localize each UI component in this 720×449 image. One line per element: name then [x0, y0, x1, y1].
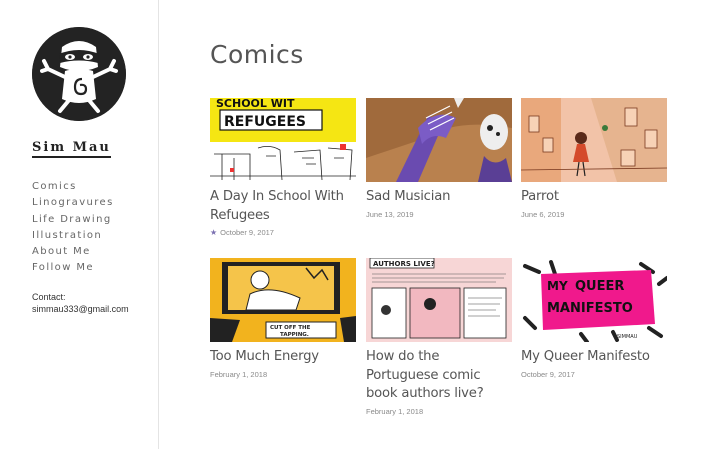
post-title[interactable]: A Day In School With Refugees: [210, 188, 356, 225]
nav-link-follow-me[interactable]: Follow Me: [32, 262, 94, 273]
post-date: June 13, 2019: [366, 209, 414, 219]
post-meta: February 1, 2018: [210, 370, 356, 379]
post-card: Sad Musician June 13, 2019: [366, 98, 512, 219]
nav-item-life-drawing: Life Drawing: [32, 209, 114, 225]
thumb-text-signature: SIMMAU: [617, 334, 638, 340]
page-title: Comics: [210, 40, 304, 69]
post-card: AUTHORS LIVE? How do the Portuguese comi…: [366, 258, 512, 416]
post-card: CUT OFF THE TAPPING. Too Much Energy Feb…: [210, 258, 356, 379]
thumb-text-authors-live: AUTHORS LIVE?: [373, 260, 435, 268]
post-date: October 9, 2017: [220, 228, 274, 237]
nav-link-linogravures[interactable]: Linogravures: [32, 197, 114, 208]
post-card: MY QUEER MANIFESTO SIMMAU My Queer Manif…: [521, 258, 667, 379]
post-date: February 1, 2018: [210, 369, 268, 379]
post-thumbnail[interactable]: [366, 98, 512, 182]
nav-link-illustration[interactable]: Illustration: [32, 230, 102, 241]
thumb-text-refugees: REFUGEES: [224, 114, 306, 130]
post-thumbnail[interactable]: AUTHORS LIVE?: [366, 258, 512, 342]
post-card: SCHOOL WIT REFUGEES A Day In School With…: [210, 98, 356, 237]
post-thumbnail[interactable]: CUT OFF THE TAPPING.: [210, 258, 356, 342]
post-title[interactable]: Sad Musician: [366, 188, 512, 207]
post-meta: ★ October 9, 2017: [210, 228, 356, 237]
post-date: June 6, 2019: [521, 209, 565, 219]
thumb-text-school: SCHOOL WIT: [216, 98, 295, 110]
post-date: February 1, 2018: [366, 406, 424, 416]
main-navigation: Comics Linogravures Life Drawing Illustr…: [32, 176, 114, 274]
cartoon-face-logo-icon: [32, 27, 126, 121]
thumb-text-my: MY: [547, 279, 568, 293]
post-meta: October 9, 2017: [521, 370, 667, 379]
contact-email[interactable]: simmau333@gmail.com: [32, 303, 132, 315]
post-date: October 9, 2017: [521, 369, 575, 379]
nav-link-life-drawing[interactable]: Life Drawing: [32, 214, 112, 225]
thumb-text-queer: QUEER: [575, 279, 624, 294]
site-logo[interactable]: [32, 27, 126, 121]
contact-label: Contact:: [32, 292, 66, 302]
post-title[interactable]: Too Much Energy: [210, 348, 356, 367]
post-card: Parrot June 6, 2019: [521, 98, 667, 219]
post-thumbnail[interactable]: MY QUEER MANIFESTO SIMMAU: [521, 258, 667, 342]
thumb-text-manifesto: MANIFESTO: [547, 301, 633, 316]
post-meta: June 13, 2019: [366, 210, 512, 219]
contact-block: Contact: simmau333@gmail.com: [32, 291, 132, 315]
nav-item-about-me: About Me: [32, 241, 114, 257]
nav-link-about-me[interactable]: About Me: [32, 246, 91, 257]
nav-item-follow-me: Follow Me: [32, 257, 114, 273]
nav-link-comics[interactable]: Comics: [32, 181, 77, 192]
post-thumbnail[interactable]: SCHOOL WIT REFUGEES: [210, 98, 356, 182]
nav-item-comics: Comics: [32, 176, 114, 192]
sidebar: Sim Mau Comics Linogravures Life Drawing…: [0, 0, 159, 449]
post-title[interactable]: Parrot: [521, 188, 667, 207]
thumb-text-cut-off: CUT OFF THE: [270, 325, 311, 331]
thumb-text-tapping: TAPPING.: [280, 332, 309, 338]
nav-item-linogravures: Linogravures: [32, 192, 114, 208]
site-title[interactable]: Sim Mau: [32, 140, 111, 158]
post-thumbnail[interactable]: [521, 98, 667, 182]
star-icon: ★: [210, 228, 218, 237]
post-title[interactable]: My Queer Manifesto: [521, 348, 667, 367]
post-meta: June 6, 2019: [521, 210, 667, 219]
post-title[interactable]: How do the Portuguese comic book authors…: [366, 348, 512, 404]
nav-item-illustration: Illustration: [32, 225, 114, 241]
post-meta: February 1, 2018: [366, 407, 512, 416]
